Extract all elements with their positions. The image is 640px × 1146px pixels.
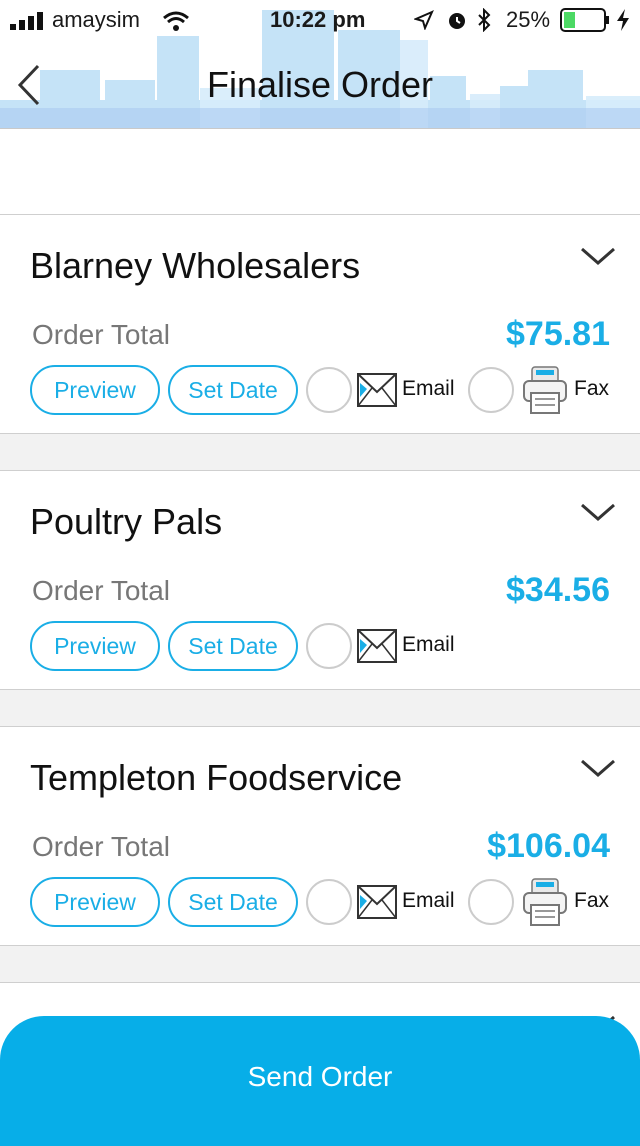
supplier-name: Blarney Wholesalers	[30, 245, 361, 286]
set-date-button[interactable]: Set Date	[168, 877, 298, 927]
email-radio[interactable]	[306, 623, 352, 669]
bluetooth-icon	[478, 8, 491, 32]
fax-printer-icon	[523, 366, 567, 414]
alarm-icon	[449, 13, 465, 29]
order-total-label: Order Total	[32, 319, 170, 350]
mail-icon	[357, 629, 397, 663]
send-order-button[interactable]: Send Order	[0, 1016, 640, 1146]
fax-radio[interactable]	[468, 879, 514, 925]
fax-printer-icon	[523, 878, 567, 926]
fax-label: Fax	[574, 889, 610, 912]
email-radio[interactable]	[306, 879, 352, 925]
email-radio[interactable]	[306, 367, 352, 413]
top-spacer	[0, 129, 640, 215]
order-card: Blarney Wholesalers Order Total $75.81 P…	[0, 214, 640, 434]
status-bar: amaysim 10:22 pm 25%	[0, 0, 640, 40]
email-label: Email	[402, 633, 455, 656]
signal-icon	[10, 12, 43, 30]
battery-percent: 25%	[506, 7, 551, 32]
order-card: Poultry Pals Order Total $34.56 Preview …	[0, 470, 640, 690]
wifi-icon	[163, 11, 189, 31]
fax-label: Fax	[574, 377, 610, 400]
clock: 10:22 pm	[270, 7, 366, 32]
fax-radio[interactable]	[468, 367, 514, 413]
page-title: Finalise Order	[206, 64, 434, 105]
battery-icon	[560, 8, 609, 32]
order-total-value: $34.56	[506, 571, 610, 609]
order-total-label: Order Total	[32, 575, 170, 606]
chevron-down-icon[interactable]	[580, 757, 616, 781]
set-date-button[interactable]: Set Date	[168, 621, 298, 671]
email-label: Email	[402, 377, 455, 400]
supplier-name: Templeton Foodservice	[30, 757, 403, 798]
preview-button[interactable]: Preview	[30, 621, 160, 671]
order-total-label: Order Total	[32, 831, 170, 862]
header: amaysim 10:22 pm 25% Finalise Order	[0, 0, 640, 129]
chevron-down-icon[interactable]	[580, 501, 616, 525]
email-label: Email	[402, 889, 455, 912]
location-icon	[414, 10, 434, 30]
order-total-value: $106.04	[487, 827, 610, 865]
order-card: Templeton Foodservice Order Total $106.0…	[0, 726, 640, 946]
chevron-down-icon[interactable]	[580, 245, 616, 269]
carrier-label: amaysim	[52, 7, 141, 32]
set-date-button[interactable]: Set Date	[168, 365, 298, 415]
order-total-value: $75.81	[506, 315, 610, 353]
preview-button[interactable]: Preview	[30, 877, 160, 927]
mail-icon	[357, 373, 397, 407]
supplier-name: Poultry Pals	[30, 501, 223, 542]
charging-icon	[617, 9, 629, 31]
preview-button[interactable]: Preview	[30, 365, 160, 415]
mail-icon	[357, 885, 397, 919]
